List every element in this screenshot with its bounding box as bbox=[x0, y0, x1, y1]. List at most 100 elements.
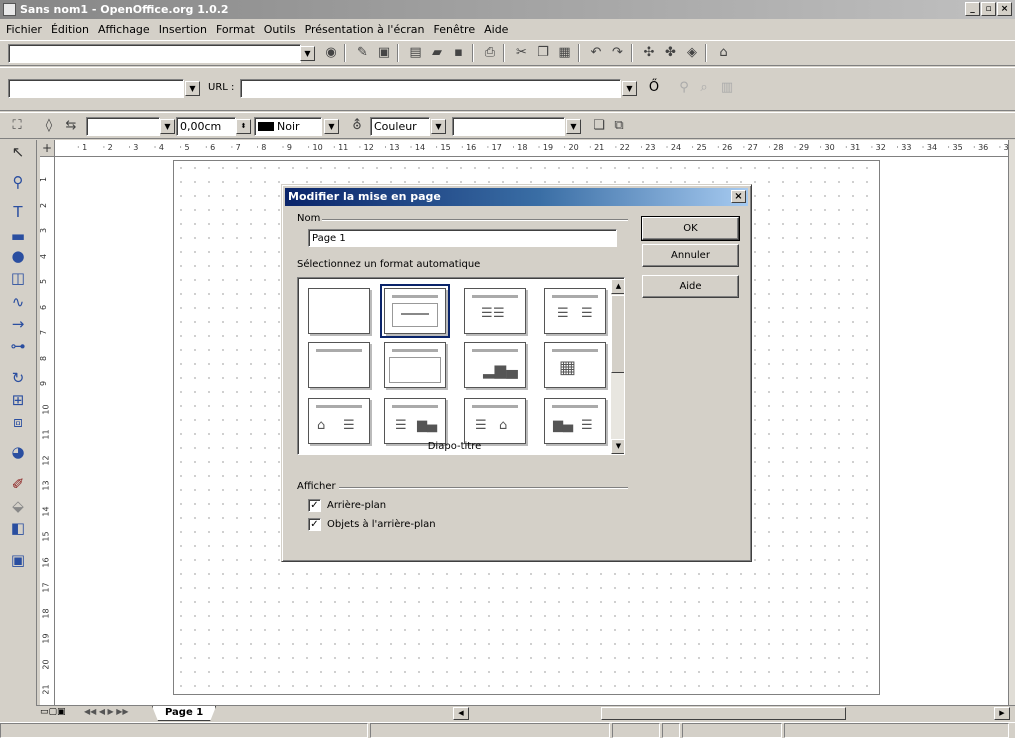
ellipse-icon[interactable]: ● bbox=[8, 246, 28, 266]
navigator-icon[interactable]: ✣ bbox=[640, 44, 658, 62]
menu-insertion[interactable]: Insertion bbox=[159, 23, 207, 36]
paste-icon[interactable]: ▦ bbox=[556, 44, 574, 62]
find-icon[interactable]: ⌕ bbox=[695, 79, 713, 97]
scroll-thumb[interactable] bbox=[611, 295, 624, 373]
save-icon[interactable]: ▪ bbox=[450, 44, 468, 62]
menu-fenetre[interactable]: Fenêtre bbox=[434, 23, 476, 36]
rotate-icon[interactable]: ↻ bbox=[8, 368, 28, 388]
layout-list[interactable]: ☰ ☰ ☰ ☰ ▂▆▄ ▦ ⌂ ☰ ☰ ▆▄ ☰ ⌂ ▆▄ ☰ Diapo-titre bbox=[297, 277, 625, 455]
copy-icon[interactable]: ❐ bbox=[534, 44, 552, 62]
tab-navigation-icons[interactable]: ◀◀ ◀ ▶ ▶▶ bbox=[84, 707, 129, 716]
layout-title-table[interactable]: ▦ bbox=[544, 342, 606, 388]
text-icon[interactable]: T bbox=[8, 202, 28, 222]
slide-show-icon[interactable]: ▣ bbox=[8, 550, 28, 570]
help-button[interactable]: Aide bbox=[642, 275, 739, 298]
menu-edition[interactable]: Édition bbox=[51, 23, 89, 36]
background-checkbox[interactable]: ✓ bbox=[308, 499, 321, 512]
layout-clipart-text[interactable]: ⌂ ☰ bbox=[308, 398, 370, 444]
menu-affichage[interactable]: Affichage bbox=[98, 23, 150, 36]
layout-title-content[interactable]: ☰ ☰ bbox=[464, 288, 526, 334]
load-url-combo[interactable] bbox=[8, 44, 301, 63]
alignment-icon[interactable]: ⊞ bbox=[8, 390, 28, 410]
chevron-down-icon[interactable]: ▼ bbox=[185, 81, 200, 96]
line-color-select[interactable]: Noir bbox=[254, 117, 322, 136]
scroll-down-icon[interactable]: ▼ bbox=[611, 439, 624, 454]
ok-button[interactable]: OK bbox=[641, 216, 740, 241]
fill-value-select[interactable] bbox=[452, 117, 565, 136]
3d-object-icon[interactable]: ◫ bbox=[8, 268, 28, 288]
line-icon[interactable]: → bbox=[8, 314, 28, 334]
layout-text-clipart[interactable]: ☰ ⌂ bbox=[464, 398, 526, 444]
background-checkbox-label[interactable]: Arrière-plan bbox=[327, 500, 386, 511]
chevron-down-icon[interactable]: ▼ bbox=[622, 81, 637, 96]
open-folder-icon[interactable]: ▰ bbox=[428, 44, 446, 62]
name-input[interactable]: Page 1 bbox=[308, 229, 617, 247]
tab-page-1[interactable]: Page 1 bbox=[152, 706, 216, 721]
select-arrow-icon[interactable]: ↖ bbox=[8, 142, 28, 162]
menu-format[interactable]: Format bbox=[216, 23, 255, 36]
cancel-button[interactable]: Annuler bbox=[642, 244, 739, 267]
zoom-icon[interactable]: ⚲ bbox=[8, 172, 28, 192]
interaction-icon[interactable]: ⬙ bbox=[8, 496, 28, 516]
arrow-style-icon[interactable]: ⇆ bbox=[62, 117, 80, 135]
curve-icon[interactable]: ∿ bbox=[8, 292, 28, 312]
layout-chart-text[interactable]: ▆▄ ☰ bbox=[544, 398, 606, 444]
close-window-button[interactable]: × bbox=[997, 2, 1012, 16]
layout-list-scrollbar[interactable]: ▲ ▼ bbox=[611, 279, 624, 454]
insert-link-icon[interactable]: ⚲ bbox=[675, 79, 693, 97]
layout-text-chart[interactable]: ☰ ▆▄ bbox=[384, 398, 446, 444]
effects-icon[interactable]: ◕ bbox=[8, 442, 28, 462]
fill-bucket-icon[interactable]: ⛢ bbox=[348, 117, 366, 135]
stylist-icon[interactable]: ✤ bbox=[662, 44, 680, 62]
line-width-spinner[interactable]: 0,00cm bbox=[176, 117, 236, 136]
menu-outils[interactable]: Outils bbox=[264, 23, 296, 36]
connector-icon[interactable]: ⊶ bbox=[8, 336, 28, 356]
gallery-icon[interactable]: ◈ bbox=[683, 44, 701, 62]
background-objects-checkbox-label[interactable]: Objets à l'arrière-plan bbox=[327, 519, 436, 530]
print-icon[interactable]: ⎙ bbox=[481, 44, 499, 62]
chevron-down-icon[interactable]: ▼ bbox=[324, 119, 339, 134]
undo-icon[interactable]: ↶ bbox=[587, 44, 605, 62]
cut-icon[interactable]: ✂ bbox=[513, 44, 531, 62]
scroll-right-icon[interactable]: ▶ bbox=[994, 707, 1010, 720]
spinner-arrows-icon[interactable]: ⬍ bbox=[236, 119, 251, 134]
layout-centered-text[interactable] bbox=[384, 342, 446, 388]
line-style-icon[interactable]: ◊ bbox=[40, 117, 58, 135]
minimize-button[interactable]: _ bbox=[965, 2, 980, 16]
draw-functions-icon[interactable]: ⛶ bbox=[8, 117, 26, 135]
edit-file-icon[interactable]: ✎ bbox=[354, 44, 372, 62]
fill-type-select[interactable]: Couleur bbox=[370, 117, 430, 136]
target-frame-combo[interactable] bbox=[8, 79, 184, 98]
rectangle-icon[interactable]: ▬ bbox=[8, 226, 28, 246]
data-sources-icon[interactable]: ⌂ bbox=[715, 44, 733, 62]
link-target-icon[interactable]: ▥ bbox=[718, 79, 736, 97]
layout-title-chart[interactable]: ▂▆▄ bbox=[464, 342, 526, 388]
edit-mode-icon[interactable]: ▣ bbox=[375, 44, 393, 62]
url-input[interactable] bbox=[240, 79, 621, 98]
line-style-select[interactable] bbox=[86, 117, 160, 136]
layout-blank[interactable] bbox=[308, 288, 370, 334]
chevron-down-icon[interactable]: ▼ bbox=[300, 46, 315, 61]
stop-icon[interactable]: ◉ bbox=[322, 44, 340, 62]
vertical-scrollbar[interactable] bbox=[1008, 140, 1015, 710]
animation-icon[interactable]: ✐ bbox=[8, 474, 28, 494]
position-size-icon[interactable]: ⧉ bbox=[610, 117, 628, 135]
new-document-icon[interactable]: ▤ bbox=[407, 44, 425, 62]
layout-title-2-content[interactable]: ☰ ☰ bbox=[544, 288, 606, 334]
chevron-down-icon[interactable]: ▼ bbox=[566, 119, 581, 134]
arrange-icon[interactable]: ⧈ bbox=[8, 412, 28, 432]
dialog-close-button[interactable]: × bbox=[731, 190, 746, 203]
3d-effects-icon[interactable]: ◧ bbox=[8, 518, 28, 538]
scroll-up-icon[interactable]: ▲ bbox=[611, 279, 624, 294]
layout-title-only[interactable] bbox=[308, 342, 370, 388]
scroll-left-icon[interactable]: ◀ bbox=[453, 707, 469, 720]
menu-presentation[interactable]: Présentation à l'écran bbox=[305, 23, 425, 36]
layout-title-slide[interactable] bbox=[380, 284, 450, 338]
maximize-button[interactable]: ▫ bbox=[981, 2, 996, 16]
redo-icon[interactable]: ↷ bbox=[609, 44, 627, 62]
menu-aide[interactable]: Aide bbox=[484, 23, 508, 36]
shadow-icon[interactable]: ❏ bbox=[590, 117, 608, 135]
chevron-down-icon[interactable]: ▼ bbox=[160, 119, 175, 134]
hyperlink-dialog-icon[interactable]: Ő bbox=[645, 79, 663, 97]
ruler-corner-icon[interactable]: + bbox=[40, 140, 55, 156]
